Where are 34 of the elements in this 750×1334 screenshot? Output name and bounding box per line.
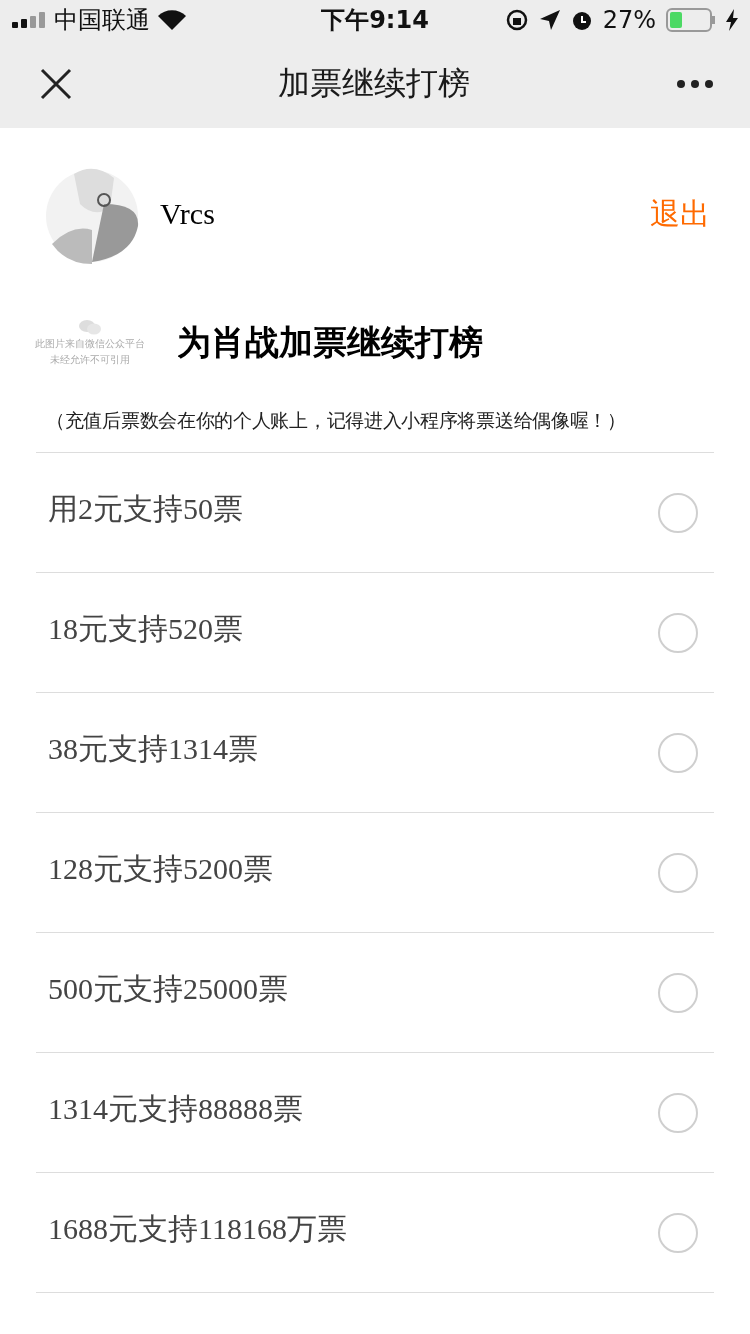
placeholder-caption: 此图片来自微信公众平台 <box>35 337 145 351</box>
charging-bolt-icon <box>726 9 738 31</box>
battery-percent: 27% <box>602 6 656 34</box>
close-button[interactable] <box>40 68 72 100</box>
battery-icon <box>666 8 716 32</box>
placeholder-caption: 未经允许不可引用 <box>50 353 130 367</box>
radio-button[interactable] <box>658 852 698 893</box>
option-label: 1688元支持118168万票 <box>48 1211 347 1247</box>
radio-button[interactable] <box>658 732 698 773</box>
signal-icon <box>12 12 46 28</box>
recharge-note: （充值后票数会在你的个人账上，记得进入小程序将票送给偶像喔！） <box>45 408 627 433</box>
radio-button[interactable] <box>658 492 698 533</box>
location-arrow-icon <box>538 9 561 31</box>
option-label: 用2元支持50票 <box>48 491 243 527</box>
banner-title: 为肖战加票继续打榜 <box>177 321 483 364</box>
user-name: Vrcs <box>160 197 216 231</box>
option-label: 1314元支持88888票 <box>48 1091 303 1127</box>
more-button[interactable] <box>676 79 714 89</box>
radio-button[interactable] <box>658 1092 698 1133</box>
radio-button[interactable] <box>658 972 698 1013</box>
status-time: 下午9:14 <box>321 5 429 36</box>
page-title: 加票继续打榜 <box>278 63 470 104</box>
rotation-lock-icon <box>504 8 529 32</box>
option-label: 38元支持1314票 <box>48 731 258 767</box>
radio-button[interactable] <box>658 1212 698 1253</box>
option-label: 500元支持25000票 <box>48 971 288 1007</box>
chat-bubbles-icon <box>79 319 101 335</box>
radio-button[interactable] <box>658 612 698 653</box>
option-label: 18元支持520票 <box>48 611 243 647</box>
logout-link[interactable]: 退出 <box>650 193 710 235</box>
wifi-icon <box>158 10 186 30</box>
alarm-icon <box>570 9 593 31</box>
option-label: 128元支持5200票 <box>48 851 273 887</box>
carrier-name: 中国联通 <box>54 5 150 36</box>
